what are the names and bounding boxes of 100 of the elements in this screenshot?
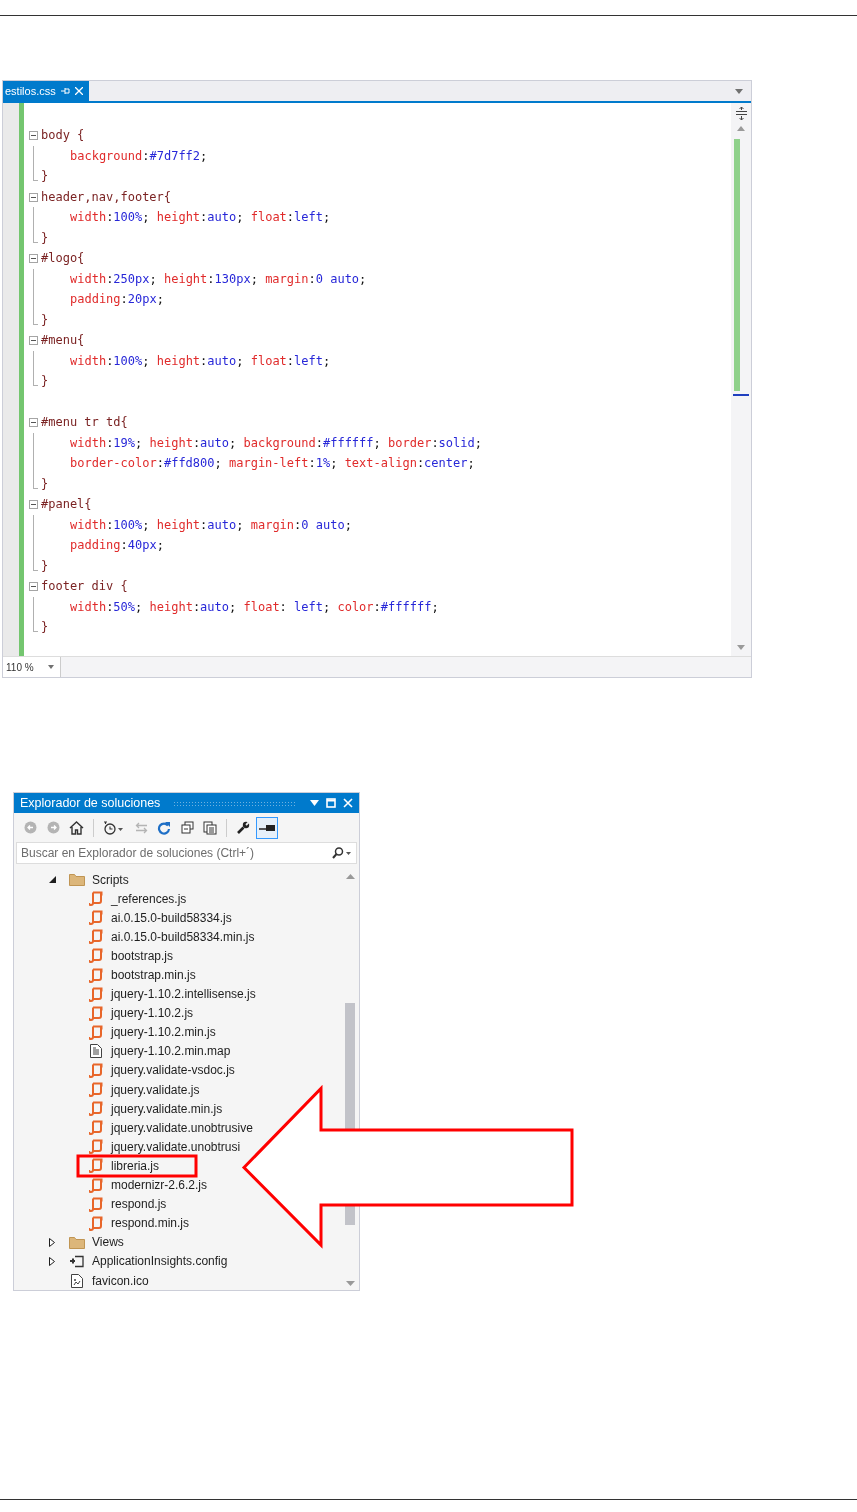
scroll-down-icon[interactable] <box>737 645 745 650</box>
script-icon <box>89 1196 103 1212</box>
tree-item[interactable]: Views <box>14 1232 124 1252</box>
panel-title: Explorador de soluciones <box>20 796 161 810</box>
maximize-icon[interactable] <box>326 798 336 808</box>
code-line: body { <box>41 127 85 144</box>
tree-item[interactable]: _references.js <box>14 889 187 909</box>
files-icon <box>203 820 217 835</box>
clock-icon <box>103 820 125 835</box>
script-icon <box>89 948 103 964</box>
folder-icon <box>69 873 85 887</box>
home-icon <box>69 820 84 835</box>
search-icon[interactable] <box>332 847 352 859</box>
code-line: #panel{ <box>41 496 92 513</box>
script-icon <box>89 910 103 926</box>
script-icon <box>89 986 103 1002</box>
code-line: } <box>41 311 49 329</box>
tree-item[interactable]: jquery-1.10.2.min.js <box>14 1022 216 1042</box>
collapsed-icon[interactable] <box>49 1256 55 1266</box>
script-icon <box>89 1082 103 1098</box>
code-line: padding:40px; <box>69 537 164 554</box>
tree-item[interactable]: respond.min.js <box>14 1213 190 1233</box>
folder-icon <box>69 1235 85 1249</box>
back-icon <box>23 821 37 834</box>
collapse-icon[interactable] <box>29 254 38 263</box>
collapse-icon[interactable] <box>29 336 38 345</box>
tree-item[interactable]: jquery.validate-vsdoc.js <box>14 1060 235 1081</box>
collapse-icon[interactable] <box>29 582 38 591</box>
code-line: width:100%; height:auto; float:left; <box>69 209 331 226</box>
collapse-icon[interactable] <box>29 131 38 140</box>
close-icon[interactable] <box>343 798 353 808</box>
script-icon <box>89 929 103 945</box>
script-icon <box>89 1139 103 1155</box>
tree-item[interactable]: jquery.validate.min.js <box>14 1099 223 1119</box>
collapsed-icon[interactable] <box>49 1237 55 1247</box>
tree-item[interactable]: bootstrap.min.js <box>14 965 196 985</box>
expanded-icon[interactable] <box>48 876 56 884</box>
dropdown-icon[interactable] <box>735 88 743 94</box>
scroll-up-icon[interactable] <box>737 126 745 131</box>
code-line: } <box>41 373 49 390</box>
script-icon <box>89 1024 103 1040</box>
code-line: #menu{ <box>41 332 85 349</box>
tree-item[interactable]: ApplicationInsights.config <box>14 1251 228 1271</box>
code-line: width:100%; height:auto; float:left; <box>69 352 331 370</box>
code-line: header,nav,footer{ <box>41 188 172 206</box>
preview-button[interactable] <box>256 816 278 839</box>
image-file-icon <box>71 1273 83 1288</box>
code-line: } <box>41 619 49 636</box>
script-icon <box>89 1101 103 1117</box>
tree-item[interactable]: bootstrap.js <box>14 946 174 966</box>
tree-item[interactable]: favicon.ico <box>14 1270 149 1291</box>
preview-icon <box>259 823 275 832</box>
script-icon <box>89 967 103 983</box>
tree-item[interactable]: jquery.validate.unobtrusive <box>14 1118 253 1138</box>
caret-icon <box>47 665 54 669</box>
code-line: } <box>41 168 49 185</box>
script-icon <box>89 891 103 907</box>
tree-item[interactable]: modernizr-2.6.2.js <box>14 1175 208 1195</box>
script-icon <box>89 1215 103 1231</box>
search-field[interactable]: Buscar en Explorador de soluciones (Ctrl+´) <box>16 842 357 864</box>
code-line: width:50%; height:auto; float: left; color:#ffffff; <box>69 598 439 616</box>
tree-item[interactable]: jquery-1.10.2.intellisense.js <box>14 984 256 1004</box>
tree-item[interactable]: ai.0.15.0-build58334.js <box>14 908 232 928</box>
splitter-icon[interactable] <box>735 107 747 120</box>
collapse-icon[interactable] <box>29 418 38 427</box>
collapse-icon[interactable] <box>29 192 38 202</box>
zoom-dropdown[interactable]: 110 % <box>3 657 61 677</box>
tree-item[interactable]: ai.0.15.0-build58334.min.js <box>14 927 255 947</box>
scrollbar[interactable] <box>731 103 751 656</box>
close-icon[interactable] <box>74 87 83 95</box>
script-icon <box>89 1005 103 1021</box>
tree-item[interactable]: libreria.js <box>14 1156 159 1176</box>
dropdown-icon[interactable] <box>310 800 319 806</box>
code-line: background:#7d7ff2; <box>69 147 208 165</box>
scroll-up-icon[interactable] <box>345 874 355 879</box>
code-line: border-color:#ffd800; margin-left:1%; text-align:center; <box>69 455 475 472</box>
tree-item[interactable]: jquery-1.10.2.js <box>14 1003 194 1023</box>
tree-item[interactable]: jquery-1.10.2.min.map <box>14 1041 231 1061</box>
script-icon <box>89 1177 103 1193</box>
document-icon <box>90 1044 102 1059</box>
pin-icon[interactable] <box>60 87 70 95</box>
code-line: } <box>41 557 49 575</box>
code-line: } <box>41 475 49 493</box>
tree-item[interactable]: respond.js <box>14 1194 167 1214</box>
tree-item[interactable]: jquery.validate.unobtrusi <box>14 1137 241 1157</box>
script-icon <box>89 1158 103 1174</box>
code-line: } <box>41 229 49 247</box>
code-line: #logo{ <box>41 250 85 267</box>
forward-icon <box>46 821 60 834</box>
code-line: #menu tr td{ <box>41 414 128 431</box>
document-tab[interactable]: estilos.css <box>3 81 89 101</box>
tree-item[interactable]: Scripts <box>14 870 129 890</box>
code-line: width:19%; height:auto; background:#ffffff; border:solid; <box>69 434 482 452</box>
collapse-icon[interactable] <box>29 500 38 509</box>
tree-item[interactable]: jquery.validate.js <box>14 1080 200 1100</box>
sync-icon <box>134 821 148 834</box>
script-icon <box>89 1063 103 1078</box>
script-icon <box>89 1120 103 1136</box>
scroll-down-icon[interactable] <box>345 1281 355 1286</box>
code-line: padding:20px; <box>69 291 164 308</box>
